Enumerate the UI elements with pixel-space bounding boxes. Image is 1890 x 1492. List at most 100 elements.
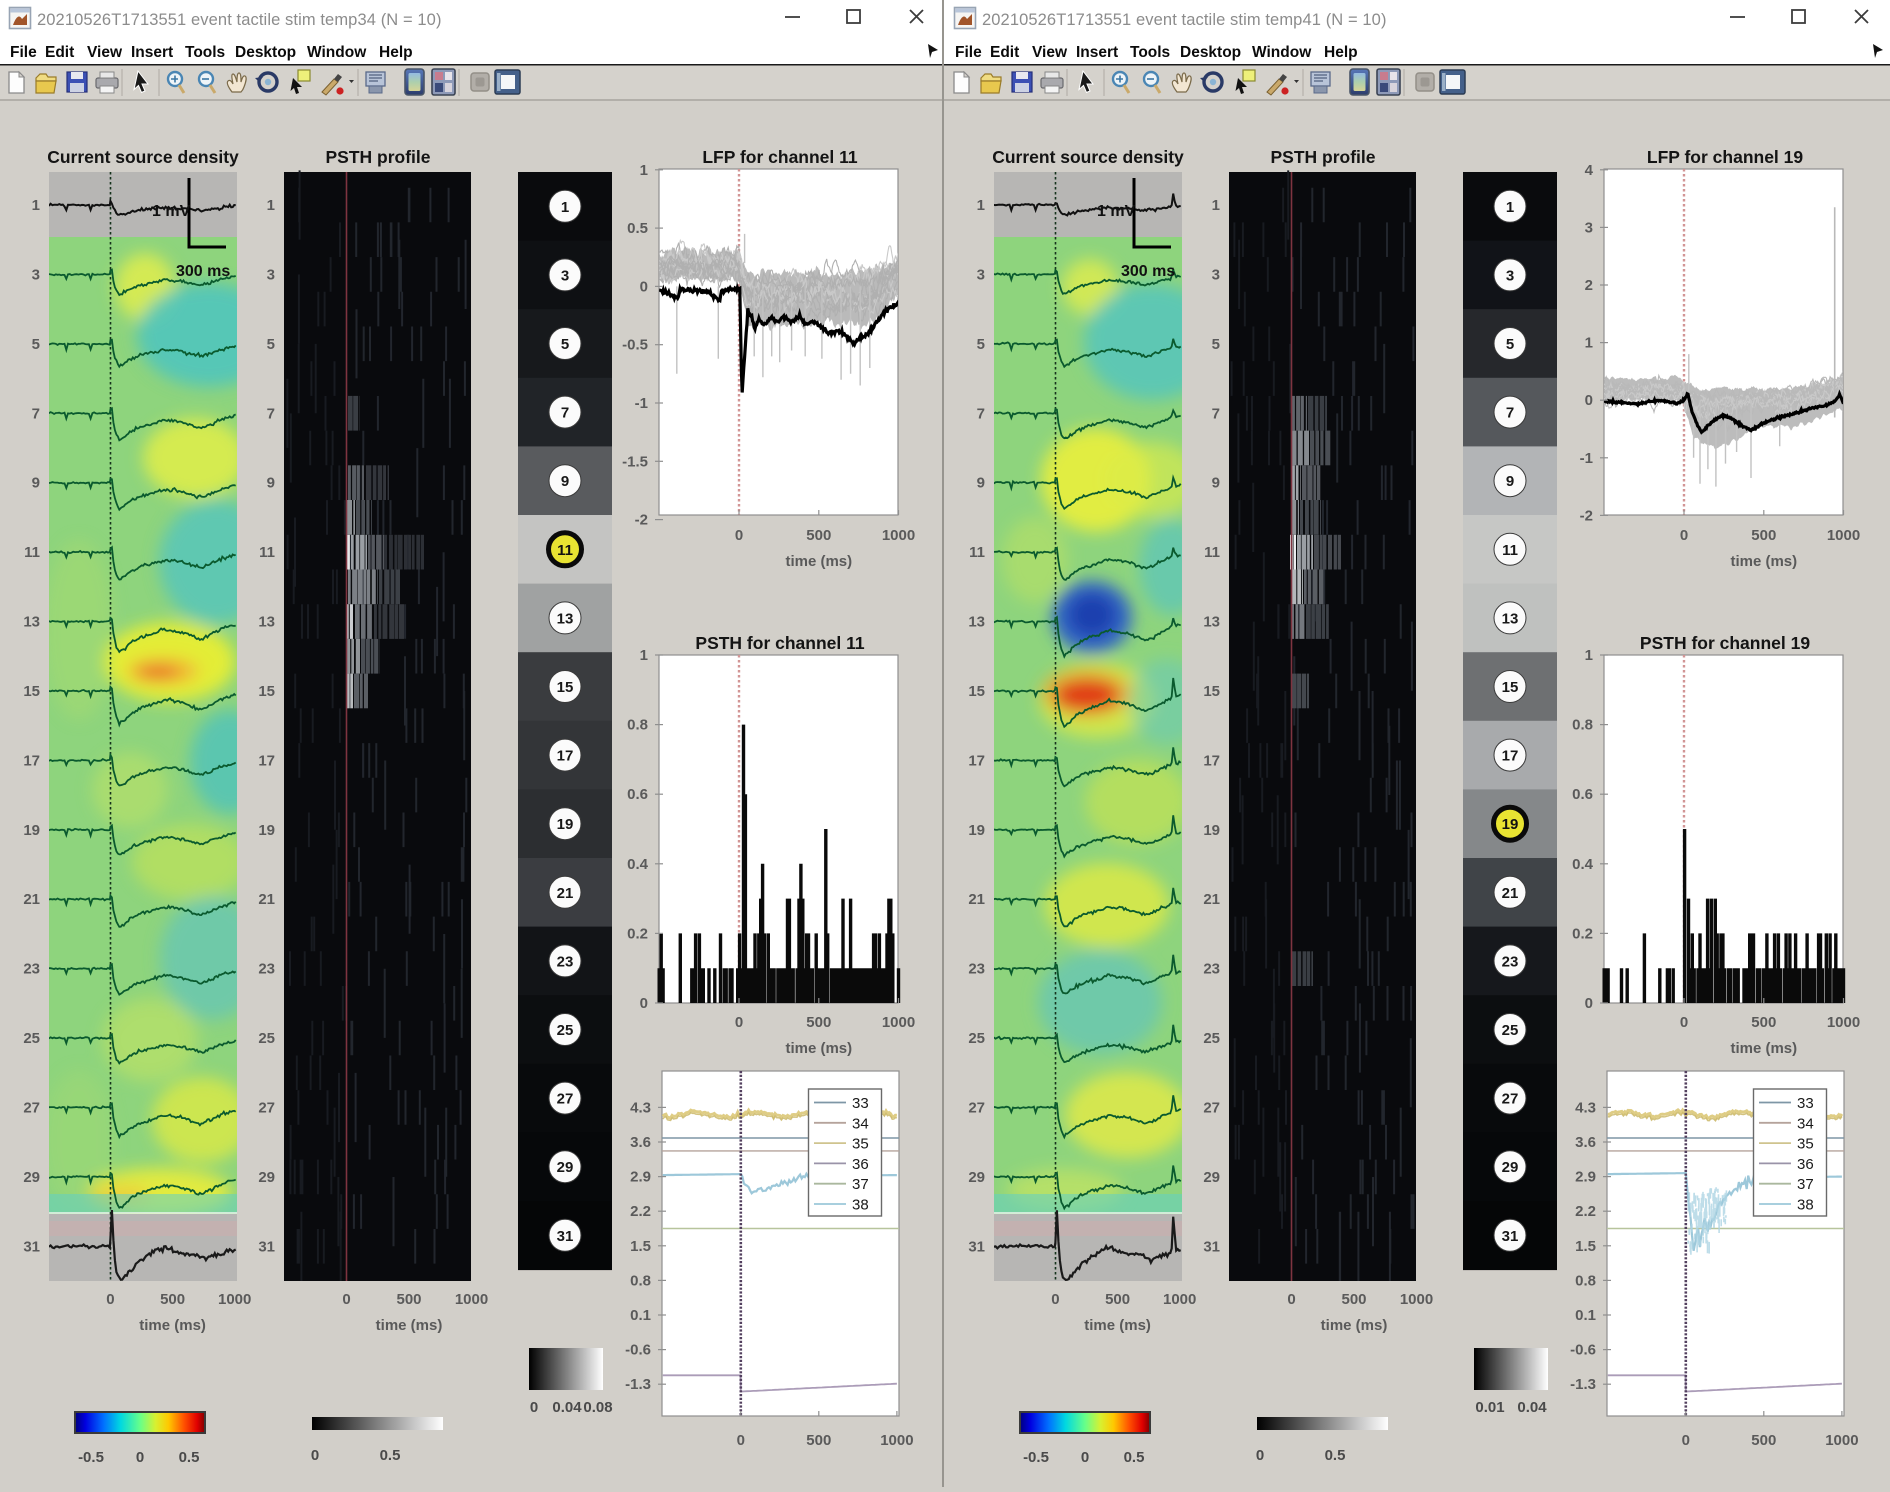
svg-text:36: 36 xyxy=(1797,1156,1814,1173)
svg-text:1000: 1000 xyxy=(1400,1291,1433,1308)
svg-text:9: 9 xyxy=(32,475,40,492)
svg-text:34: 34 xyxy=(1797,1115,1814,1132)
svg-text:Tools: Tools xyxy=(1130,44,1170,61)
svg-text:19: 19 xyxy=(557,816,574,833)
svg-text:Insert: Insert xyxy=(1076,44,1118,61)
svg-text:time (ms): time (ms) xyxy=(785,1040,852,1057)
svg-text:LFP for channel 19: LFP for channel 19 xyxy=(1647,147,1804,167)
svg-text:31: 31 xyxy=(1502,1228,1519,1245)
svg-text:3: 3 xyxy=(561,267,569,284)
svg-text:7: 7 xyxy=(1212,405,1220,422)
svg-text:3: 3 xyxy=(977,266,985,283)
svg-text:0.5: 0.5 xyxy=(179,1449,200,1466)
svg-text:0: 0 xyxy=(311,1447,319,1464)
svg-text:Current source density: Current source density xyxy=(992,147,1184,167)
svg-text:33: 33 xyxy=(852,1095,869,1112)
svg-text:2.9: 2.9 xyxy=(1575,1169,1596,1186)
svg-text:13: 13 xyxy=(1502,610,1519,627)
svg-text:0.5: 0.5 xyxy=(1124,1449,1145,1466)
svg-text:23: 23 xyxy=(557,953,574,970)
svg-text:time (ms): time (ms) xyxy=(1084,1317,1151,1334)
svg-text:-2: -2 xyxy=(635,512,648,529)
svg-text:0: 0 xyxy=(1287,1291,1295,1308)
svg-text:25: 25 xyxy=(1502,1022,1519,1039)
svg-text:9: 9 xyxy=(1506,473,1514,490)
svg-text:300 ms: 300 ms xyxy=(1121,263,1175,280)
svg-text:13: 13 xyxy=(557,610,574,627)
svg-text:0.5: 0.5 xyxy=(627,220,648,237)
svg-text:500: 500 xyxy=(1341,1291,1366,1308)
svg-text:1: 1 xyxy=(1585,647,1593,664)
svg-text:0.2: 0.2 xyxy=(1572,925,1593,942)
svg-text:27: 27 xyxy=(1203,1100,1220,1117)
svg-text:7: 7 xyxy=(977,405,985,422)
svg-text:1.5: 1.5 xyxy=(1575,1238,1596,1255)
svg-text:2.9: 2.9 xyxy=(630,1169,651,1186)
svg-text:15: 15 xyxy=(557,679,574,696)
svg-text:0: 0 xyxy=(640,995,648,1012)
svg-text:500: 500 xyxy=(160,1291,185,1308)
svg-text:1 mV: 1 mV xyxy=(1097,203,1136,220)
svg-text:15: 15 xyxy=(23,683,40,700)
svg-text:0: 0 xyxy=(342,1291,350,1308)
svg-text:31: 31 xyxy=(258,1238,275,1255)
svg-text:0.8: 0.8 xyxy=(1575,1272,1596,1289)
svg-text:11: 11 xyxy=(1204,544,1220,561)
svg-text:PSTH profile: PSTH profile xyxy=(1270,147,1375,167)
svg-text:-0.5: -0.5 xyxy=(622,337,648,354)
svg-text:Window: Window xyxy=(307,44,367,61)
svg-text:0: 0 xyxy=(640,278,648,295)
svg-text:1000: 1000 xyxy=(1827,527,1860,544)
svg-text:17: 17 xyxy=(557,748,574,765)
svg-text:5: 5 xyxy=(977,336,985,353)
svg-text:0: 0 xyxy=(1680,1014,1688,1031)
svg-text:-1: -1 xyxy=(1580,450,1593,467)
svg-text:1 mV: 1 mV xyxy=(152,203,191,220)
svg-text:1: 1 xyxy=(640,162,648,179)
svg-text:0: 0 xyxy=(1585,995,1593,1012)
svg-text:36: 36 xyxy=(852,1156,869,1173)
svg-text:0.5: 0.5 xyxy=(1325,1447,1346,1464)
svg-text:500: 500 xyxy=(1751,527,1776,544)
svg-text:2.2: 2.2 xyxy=(630,1203,651,1220)
svg-text:25: 25 xyxy=(23,1030,40,1047)
svg-text:9: 9 xyxy=(1212,475,1220,492)
svg-text:500: 500 xyxy=(1751,1432,1776,1449)
svg-text:0.6: 0.6 xyxy=(1572,786,1593,803)
svg-text:29: 29 xyxy=(1502,1159,1519,1176)
svg-text:33: 33 xyxy=(1797,1095,1814,1112)
svg-text:time (ms): time (ms) xyxy=(785,553,852,570)
svg-text:Help: Help xyxy=(1324,44,1358,61)
svg-text:0: 0 xyxy=(1680,527,1688,544)
svg-text:0.04: 0.04 xyxy=(1517,1399,1547,1416)
svg-text:0.04: 0.04 xyxy=(552,1399,582,1416)
svg-text:1000: 1000 xyxy=(882,527,915,544)
svg-text:time (ms): time (ms) xyxy=(139,1317,206,1334)
svg-text:19: 19 xyxy=(258,822,275,839)
svg-text:1000: 1000 xyxy=(1163,1291,1196,1308)
svg-text:0: 0 xyxy=(737,1432,745,1449)
svg-text:1: 1 xyxy=(32,197,40,214)
svg-text:27: 27 xyxy=(968,1100,985,1117)
svg-text:1: 1 xyxy=(267,197,275,214)
svg-text:1000: 1000 xyxy=(880,1432,913,1449)
svg-text:9: 9 xyxy=(561,473,569,490)
svg-text:1000: 1000 xyxy=(455,1291,488,1308)
svg-text:Tools: Tools xyxy=(185,44,225,61)
svg-text:38: 38 xyxy=(852,1197,869,1214)
svg-text:11: 11 xyxy=(24,544,40,561)
svg-text:Edit: Edit xyxy=(45,44,74,61)
svg-text:0.6: 0.6 xyxy=(627,786,648,803)
svg-text:LFP for channel 11: LFP for channel 11 xyxy=(702,147,858,167)
svg-text:27: 27 xyxy=(23,1100,40,1117)
svg-text:35: 35 xyxy=(1797,1136,1814,1153)
svg-text:-0.6: -0.6 xyxy=(625,1342,651,1359)
svg-text:300 ms: 300 ms xyxy=(176,263,230,280)
svg-text:0.1: 0.1 xyxy=(630,1307,651,1324)
svg-text:29: 29 xyxy=(968,1169,985,1186)
svg-text:17: 17 xyxy=(1203,752,1220,769)
svg-text:20210526T1713551 event tactile: 20210526T1713551 event tactile stim temp… xyxy=(982,11,1387,29)
svg-text:1: 1 xyxy=(977,197,985,214)
svg-text:1000: 1000 xyxy=(882,1014,915,1031)
svg-text:1: 1 xyxy=(640,647,648,664)
